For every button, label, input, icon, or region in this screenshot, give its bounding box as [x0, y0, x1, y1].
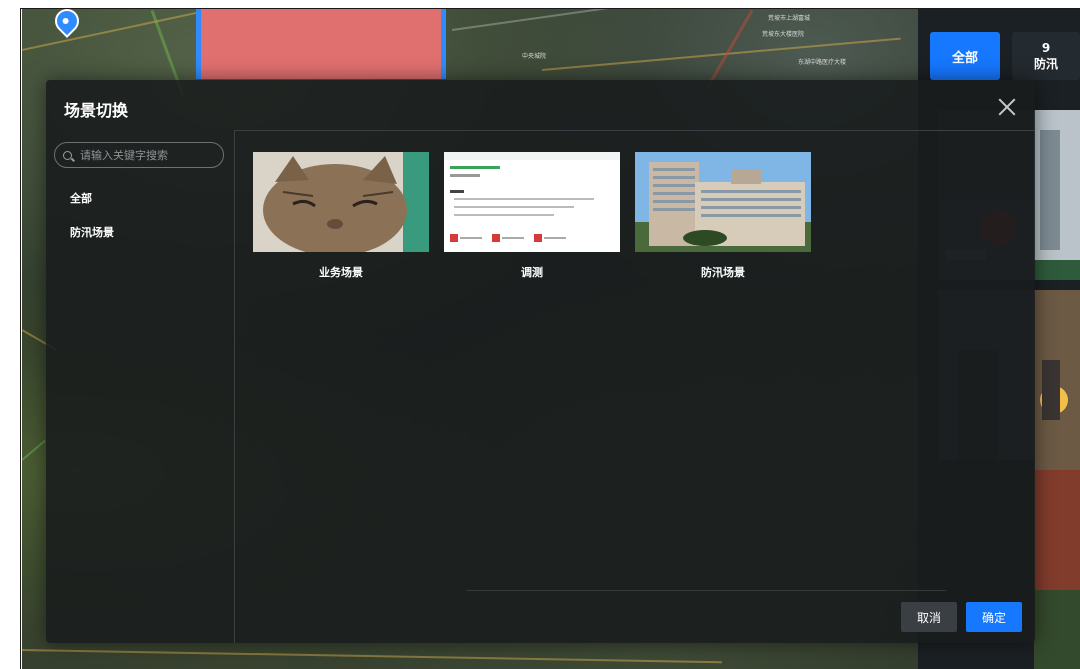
map-road: [22, 649, 722, 664]
map-road: [705, 9, 754, 90]
region-right-edge: [441, 9, 446, 79]
tab-flood-button[interactable]: 9 防汛: [1012, 32, 1080, 80]
scene-card-business[interactable]: 业务场景: [253, 152, 429, 280]
hospital-building-photo: [635, 152, 811, 252]
close-icon[interactable]: [996, 96, 1018, 118]
scene-card-label: 业务场景: [319, 266, 363, 279]
map-label: 中央城院: [522, 53, 547, 60]
cat-photo: [253, 152, 429, 252]
sidebar-divider: [234, 130, 235, 643]
highlighted-region: [196, 9, 446, 79]
flood-count: 9: [1041, 41, 1051, 55]
cancel-button[interactable]: 取消: [901, 602, 957, 632]
scene-card-label: 防汛场景: [701, 266, 745, 279]
frame-left-border: [20, 8, 21, 669]
right-thumbnail-building[interactable]: [1034, 110, 1080, 280]
tab-all-button[interactable]: 全部: [930, 32, 1000, 80]
scene-card-label: 调测: [521, 266, 543, 279]
header-divider: [234, 130, 1035, 131]
map-road: [451, 9, 750, 31]
map-road: [22, 9, 218, 51]
dialog-title: 场景切换: [64, 101, 129, 120]
scene-card-debug[interactable]: 调测: [444, 152, 620, 280]
category-all[interactable]: 全部: [70, 190, 92, 206]
map-road: [22, 439, 46, 461]
map-label: 荒坡东大楼医院: [762, 31, 805, 38]
building-photo: [1034, 110, 1080, 280]
webpage-screenshot: [444, 152, 620, 252]
scene-card-flood[interactable]: 防汛场景: [635, 152, 811, 280]
map-label: 东湖中路医疗大楼: [798, 59, 847, 66]
search-input[interactable]: [78, 147, 222, 163]
confirm-button[interactable]: 确定: [966, 602, 1022, 632]
sunset-photo: [1034, 290, 1080, 669]
region-left-edge: [196, 9, 201, 79]
footer-divider: [466, 590, 946, 591]
search-box[interactable]: [54, 142, 224, 168]
scene-switch-dialog: 场景切换 全部 防汛场景 业务场景: [46, 80, 1035, 643]
category-flood[interactable]: 防汛场景: [70, 224, 114, 240]
search-icon: [63, 150, 72, 160]
flood-label: 防汛: [1033, 57, 1058, 71]
right-thumbnail-sunset[interactable]: [1034, 290, 1080, 669]
map-label: 荒坡市上湖富城: [768, 15, 811, 22]
